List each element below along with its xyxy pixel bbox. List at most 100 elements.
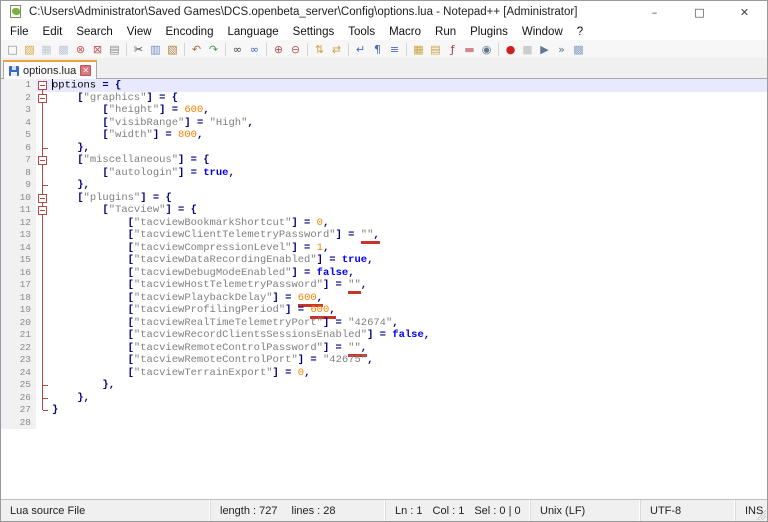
menu-language[interactable]: Language (220, 25, 285, 39)
close-all-icon[interactable]: ⊠ (89, 41, 106, 58)
line-number[interactable]: 8 (6, 167, 36, 180)
line-number[interactable]: 22 (6, 342, 36, 355)
document-map-icon[interactable]: ▦ (410, 41, 427, 58)
menu-help[interactable]: ? (570, 25, 590, 39)
code-text[interactable]: options = { (50, 79, 767, 92)
line-number[interactable]: 16 (6, 267, 36, 280)
close-icon[interactable]: ⊗ (72, 41, 89, 58)
code-text[interactable]: }, (50, 179, 767, 192)
cut-icon[interactable]: ✂ (130, 41, 147, 58)
line-number[interactable]: 27 (6, 404, 36, 417)
tab-close-icon[interactable]: ✕ (80, 65, 91, 76)
status-encoding[interactable]: UTF-8 (641, 500, 736, 521)
line-number[interactable]: 9 (6, 179, 36, 192)
code-text[interactable]: ["miscellaneous"] = { (50, 154, 767, 167)
code-text[interactable]: ["tacviewHostTelemetryPassword"] = "", (50, 279, 767, 292)
menu-settings[interactable]: Settings (286, 25, 342, 39)
fold-collapse-icon[interactable] (36, 79, 50, 92)
line-number[interactable]: 2 (6, 92, 36, 105)
replace-icon[interactable]: ∞ (246, 41, 263, 58)
zoom-out-icon[interactable]: ⊖ (287, 41, 304, 58)
sync-horizontal-scrolling-icon[interactable]: ⇄ (328, 41, 345, 58)
line-number[interactable]: 28 (6, 417, 36, 430)
document-list-icon[interactable]: ▤ (427, 41, 444, 58)
code-text[interactable]: ["tacviewRemoteControlPassword"] = "", (50, 342, 767, 355)
code-text[interactable]: }, (50, 379, 767, 392)
fold-collapse-icon[interactable] (36, 204, 50, 217)
fold-collapse-icon[interactable] (36, 154, 50, 167)
code-text[interactable]: ["tacviewProfilingPeriod"] = 600, (50, 304, 767, 317)
menu-edit[interactable]: Edit (36, 25, 70, 39)
find-icon[interactable]: ∞ (229, 41, 246, 58)
line-number[interactable]: 26 (6, 392, 36, 405)
line-number[interactable]: 15 (6, 254, 36, 267)
indent-guide-icon[interactable]: ≡ (386, 41, 403, 58)
menu-view[interactable]: View (120, 25, 159, 39)
code-text[interactable]: ["tacviewRealTimeTelemetryPort"] = "4267… (50, 317, 767, 330)
line-number[interactable]: 7 (6, 154, 36, 167)
code-text[interactable]: ["tacviewRemoteControlPort"] = "42675", (50, 354, 767, 367)
line-number[interactable]: 23 (6, 354, 36, 367)
code-text[interactable] (50, 417, 767, 430)
maximize-button[interactable]: □ (677, 1, 722, 23)
sync-vertical-scrolling-icon[interactable]: ⇅ (311, 41, 328, 58)
code-text[interactable]: ["tacviewCompressionLevel"] = 1, (50, 242, 767, 255)
print-icon[interactable]: ▤ (106, 41, 123, 58)
tab-options-lua[interactable]: options.lua ✕ (3, 60, 97, 79)
line-number[interactable]: 14 (6, 242, 36, 255)
code-text[interactable]: ["tacviewDataRecordingEnabled"] = true, (50, 254, 767, 267)
code-text[interactable]: ["height"] = 600, (50, 104, 767, 117)
code-text[interactable]: }, (50, 392, 767, 405)
close-button[interactable]: ✕ (722, 1, 767, 23)
line-number[interactable]: 21 (6, 329, 36, 342)
new-file-icon[interactable]: □ (4, 41, 21, 58)
code-text[interactable]: ["tacviewClientTelemetryPassword"] = "", (50, 229, 767, 242)
line-number[interactable]: 19 (6, 304, 36, 317)
code-text[interactable]: ["tacviewBookmarkShortcut"] = 0, (50, 217, 767, 230)
monitoring-eye-icon[interactable]: ◉ (478, 41, 495, 58)
menu-plugins[interactable]: Plugins (463, 25, 515, 39)
fold-collapse-icon[interactable] (36, 192, 50, 205)
code-text[interactable]: }, (50, 142, 767, 155)
line-number[interactable]: 18 (6, 292, 36, 305)
paste-icon[interactable]: ▧ (164, 41, 181, 58)
code-text[interactable]: ["tacviewRecordClientsSessionsEnabled"] … (50, 329, 767, 342)
function-list-icon[interactable]: ƒ (444, 41, 461, 58)
menu-tools[interactable]: Tools (341, 25, 382, 39)
code-text[interactable]: ["tacviewDebugModeEnabled"] = false, (50, 267, 767, 280)
line-number[interactable]: 12 (6, 217, 36, 230)
line-number[interactable]: 10 (6, 192, 36, 205)
macro-record-icon[interactable]: ● (502, 41, 519, 58)
line-number[interactable]: 25 (6, 379, 36, 392)
menu-macro[interactable]: Macro (382, 25, 428, 39)
line-number[interactable]: 1 (6, 79, 36, 92)
code-text[interactable]: ["Tacview"] = { (50, 204, 767, 217)
line-number[interactable]: 17 (6, 279, 36, 292)
menu-search[interactable]: Search (69, 25, 119, 39)
code-text[interactable]: ["plugins"] = { (50, 192, 767, 205)
code-text[interactable]: ["width"] = 800, (50, 129, 767, 142)
code-text[interactable]: ["tacviewPlaybackDelay"] = 600, (50, 292, 767, 305)
line-number[interactable]: 6 (6, 142, 36, 155)
menu-file[interactable]: File (3, 25, 36, 39)
line-number[interactable]: 3 (6, 104, 36, 117)
code-text[interactable]: ["graphics"] = { (50, 92, 767, 105)
code-text[interactable]: ["visibRange"] = "High", (50, 117, 767, 130)
resize-grip[interactable] (756, 510, 766, 520)
macro-save-icon[interactable]: ▩ (570, 41, 587, 58)
open-folder-icon[interactable]: ▨ (21, 41, 38, 58)
line-number[interactable]: 5 (6, 129, 36, 142)
fold-collapse-icon[interactable] (36, 92, 50, 105)
copy-icon[interactable]: ▥ (147, 41, 164, 58)
macro-play-icon[interactable]: ▶ (536, 41, 553, 58)
redo-icon[interactable]: ↷ (205, 41, 222, 58)
menu-window[interactable]: Window (515, 25, 570, 39)
minimize-button[interactable]: – (632, 1, 677, 23)
word-wrap-icon[interactable]: ↵ (352, 41, 369, 58)
editor-pane[interactable]: 1 options = { 2 ["graphics"] = { 3 ["height… (1, 79, 767, 499)
code-text[interactable]: ["tacviewTerrainExport"] = 0, (50, 367, 767, 380)
macro-run-multiple-icon[interactable]: » (553, 41, 570, 58)
menu-run[interactable]: Run (428, 25, 463, 39)
line-number[interactable]: 24 (6, 367, 36, 380)
folder-as-workspace-icon[interactable]: ▬ (461, 41, 478, 58)
